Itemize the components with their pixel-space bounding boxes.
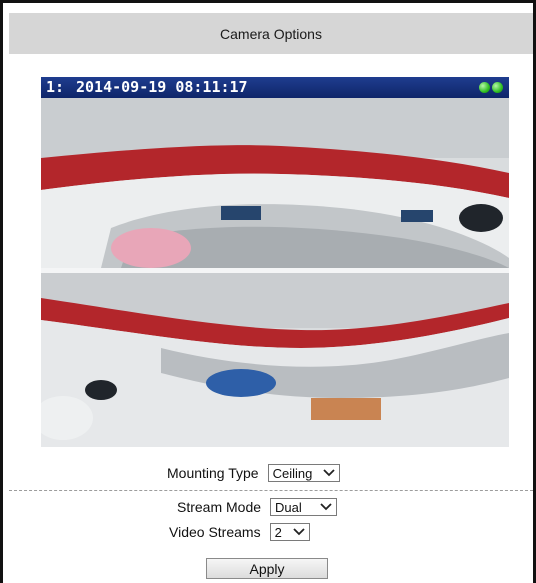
panel-title: Camera Options [220,25,322,42]
mounting-type-value: Ceiling [272,465,313,481]
video-timestamp: 2014-09-19 08:11:17 [76,78,248,96]
video-streams-value: 2 [274,524,282,540]
chevron-down-icon [292,526,306,538]
chevron-down-icon [322,467,336,479]
channel-label: 1: [46,78,65,96]
stream-mode-label: Stream Mode [177,499,262,515]
video-streams-select[interactable]: 2 [269,523,310,541]
mounting-type-row: Mounting Type Ceiling [167,464,340,482]
camera-video-feed[interactable]: 1: 2014-09-19 08:11:17 [41,77,509,447]
stream-mode-value: Dual [275,499,302,515]
status-led-icon [479,82,490,93]
status-led-icon [492,82,503,93]
video-streams-label: Video Streams [169,524,261,540]
stream-mode-select[interactable]: Dual [270,498,338,516]
video-streams-row: Video Streams 2 [169,523,310,541]
apply-button[interactable]: Apply [206,558,328,579]
camera-options-panel: Camera Options 1: 2014-09-19 08:11:17 Mo… [0,0,536,583]
video-osd-bar: 1: 2014-09-19 08:11:17 [41,77,509,98]
mounting-type-select[interactable]: Ceiling [267,464,340,482]
panel-header: Camera Options [9,13,533,54]
mounting-type-label: Mounting Type [167,465,259,481]
dewarped-panorama-image [41,98,509,447]
stream-mode-row: Stream Mode Dual [177,498,338,516]
chevron-down-icon [319,501,333,513]
apply-button-label: Apply [249,560,285,577]
section-divider [9,490,533,491]
status-leds [479,77,509,98]
